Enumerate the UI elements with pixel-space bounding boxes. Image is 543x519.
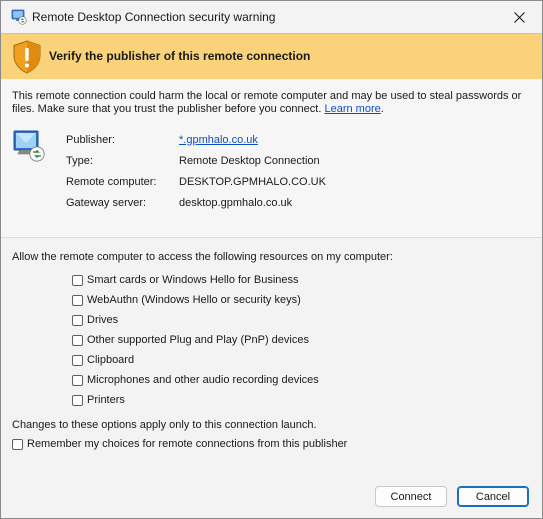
pnp-devices-checkbox[interactable] (72, 334, 83, 346)
description-text: This remote connection could harm the lo… (12, 90, 522, 115)
checkbox-label: WebAuthn (Windows Hello or security keys… (87, 294, 301, 306)
checkbox-label: Clipboard (87, 354, 135, 366)
checkbox-label: Microphones and other audio recording de… (87, 374, 319, 386)
publisher-label: Publisher: (66, 134, 115, 146)
checkbox-label: Drives (87, 314, 119, 326)
remote-desktop-icon (11, 9, 27, 25)
gateway-server-value: desktop.gpmhalo.co.uk (179, 197, 293, 209)
smart-cards-option[interactable]: Smart cards or Windows Hello for Busines… (72, 273, 299, 287)
remote-computer-value: DESKTOP.GPMHALO.CO.UK (179, 176, 326, 188)
cancel-button[interactable]: Cancel (457, 486, 529, 507)
title-bar: Remote Desktop Connection security warni… (1, 1, 542, 33)
microphones-checkbox[interactable] (72, 374, 83, 386)
close-button[interactable] (496, 1, 542, 33)
security-warning-dialog: Remote Desktop Connection security warni… (0, 0, 543, 519)
checkbox-label: Other supported Plug and Play (PnP) devi… (87, 334, 309, 346)
changes-note: Changes to these options apply only to t… (12, 419, 317, 431)
pnp-devices-option[interactable]: Other supported Plug and Play (PnP) devi… (72, 333, 309, 347)
learn-more-link[interactable]: Learn more (324, 103, 380, 115)
microphones-option[interactable]: Microphones and other audio recording de… (72, 373, 319, 387)
remember-choices-checkbox[interactable] (12, 438, 23, 450)
details-panel: This remote connection could harm the lo… (1, 79, 542, 238)
window-title: Remote Desktop Connection security warni… (32, 10, 276, 24)
publisher-link[interactable]: *.gpmhalo.co.uk (179, 134, 258, 146)
type-value: Remote Desktop Connection (179, 155, 320, 167)
connect-button[interactable]: Connect (375, 486, 447, 507)
description-trailing: . (380, 103, 384, 115)
webauthn-checkbox[interactable] (72, 294, 83, 306)
smart-cards-checkbox[interactable] (72, 274, 83, 286)
drives-option[interactable]: Drives (72, 313, 118, 327)
drives-checkbox[interactable] (72, 314, 83, 326)
banner-heading: Verify the publisher of this remote conn… (49, 49, 311, 63)
clipboard-option[interactable]: Clipboard (72, 353, 134, 367)
warning-banner: Verify the publisher of this remote conn… (1, 33, 542, 80)
warning-shield-icon (11, 40, 43, 74)
printers-checkbox[interactable] (72, 394, 83, 406)
remember-choices-label: Remember my choices for remote connectio… (27, 438, 348, 450)
checkbox-label: Printers (87, 394, 125, 406)
resources-heading: Allow the remote computer to access the … (12, 251, 393, 263)
clipboard-checkbox[interactable] (72, 354, 83, 366)
remote-computer-label: Remote computer: (66, 176, 157, 188)
close-icon (513, 11, 525, 23)
resources-panel: Allow the remote computer to access the … (1, 238, 542, 470)
webauthn-option[interactable]: WebAuthn (Windows Hello or security keys… (72, 293, 301, 307)
gateway-server-label: Gateway server: (66, 197, 147, 209)
warning-description: This remote connection could harm the lo… (12, 90, 527, 116)
printers-option[interactable]: Printers (72, 393, 125, 407)
computer-monitor-icon (12, 129, 46, 163)
type-label: Type: (66, 155, 93, 167)
remember-choices-option[interactable]: Remember my choices for remote connectio… (12, 437, 347, 451)
checkbox-label: Smart cards or Windows Hello for Busines… (87, 274, 299, 286)
